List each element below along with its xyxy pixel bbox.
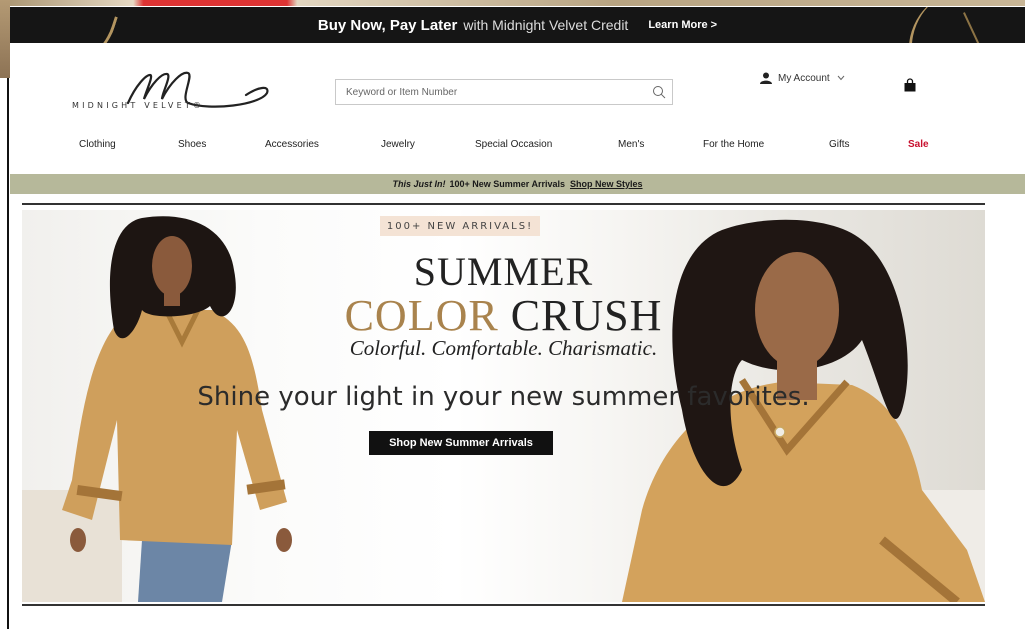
nav-item-special-occasion[interactable]: Special Occasion [475,139,552,150]
hero-title-accent: COLOR [344,291,499,340]
hero-title-line2: COLOR CRUSH [22,290,985,341]
nav-item-sale[interactable]: Sale [908,139,929,150]
nav-item-jewelry[interactable]: Jewelry [381,139,415,150]
hero-subline: Shine your light in your new summer favo… [197,382,810,412]
nav-item-accessories[interactable]: Accessories [265,139,319,150]
nav-item-for-the-home[interactable]: For the Home [703,139,764,150]
nav-item-gifts[interactable]: Gifts [829,139,850,150]
gold-swoosh-left [10,7,118,43]
hero-banner[interactable]: 100+ NEW ARRIVALS! SUMMER COLOR CRUSH Co… [22,210,985,602]
logo-wordmark: MIDNIGHT VELVET® [72,101,205,110]
credit-subtext: with Midnight Velvet Credit [463,17,629,33]
hero-tagline: Colorful. Comfortable. Charismatic. [349,336,658,360]
nav-item-mens[interactable]: Men's [618,139,644,150]
hero-title-line1: SUMMER [413,249,594,294]
nav-item-shoes[interactable]: Shoes [178,139,206,150]
new-arrivals-badge: 100+ NEW ARRIVALS! [380,216,540,236]
search-box[interactable] [335,79,673,105]
gold-swoosh-right [899,7,971,43]
shopping-bag-icon[interactable] [903,78,917,92]
search-icon[interactable] [652,85,666,99]
my-account-menu[interactable]: My Account [760,72,845,84]
frame-top-strip [0,0,1025,6]
frame-left [0,0,10,629]
main-nav: Clothing Shoes Accessories Jewelry Speci… [10,139,1025,157]
my-account-label: My Account [778,72,830,84]
promo-lead: This Just In! [392,179,446,189]
promo-strip: This Just In! 100+ New Summer Arrivals S… [10,174,1025,194]
hero-divider-bottom [22,604,985,606]
shop-summer-arrivals-button[interactable]: Shop New Summer Arrivals [369,431,553,455]
gold-swoosh-right-2 [963,7,1025,43]
hero-divider-top [22,203,985,205]
credit-headline: Buy Now, Pay Later [317,16,458,34]
midnight-velvet-logo[interactable]: MIDNIGHT VELVET® [70,65,270,120]
hero-title-rest: CRUSH [510,291,663,340]
nav-item-clothing[interactable]: Clothing [79,139,116,150]
search-input[interactable] [336,80,636,104]
shop-new-styles-link[interactable]: Shop New Styles [570,179,643,189]
site-header: MIDNIGHT VELVET® My Account [10,43,1025,125]
credit-banner[interactable]: Buy Now, Pay Later with Midnight Velvet … [10,7,1025,43]
learn-more-link[interactable]: Learn More > [648,19,717,31]
promo-text: 100+ New Summer Arrivals [449,179,565,189]
chevron-down-icon [837,75,845,81]
user-icon [760,72,772,84]
